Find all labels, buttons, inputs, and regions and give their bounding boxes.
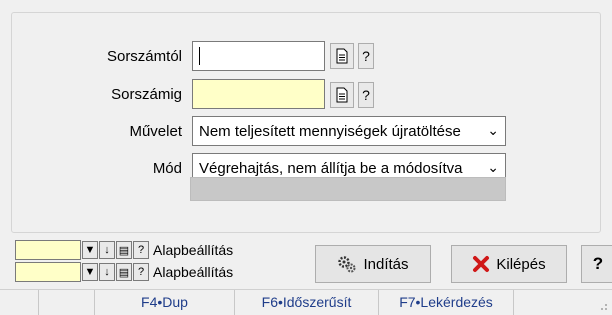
resize-grip-icon[interactable] — [598, 301, 608, 311]
from-label: Sorszámtól — [106, 48, 182, 65]
operation-value: Nem teljesített mennyiségek újratöltése — [199, 122, 461, 140]
help-button[interactable]: ? — [581, 245, 612, 283]
gears-icon — [338, 256, 356, 273]
start-label: Indítás — [363, 255, 409, 273]
from-input[interactable] — [192, 41, 325, 71]
help-label: ? — [592, 254, 604, 273]
document-icon — [336, 87, 348, 103]
operation-select[interactable]: Nem teljesített mennyiségek újratöltése … — [192, 116, 506, 146]
from-browse-button[interactable] — [330, 43, 354, 69]
start-button[interactable]: Indítás — [315, 245, 431, 283]
chevron-down-icon: ⌄ — [487, 159, 499, 175]
status-f7-query[interactable]: F7•Lekérdezés — [378, 290, 514, 315]
arrow-down-icon[interactable]: ↓ — [99, 241, 115, 259]
dropdown-arrow-icon[interactable]: ▼ — [82, 263, 98, 281]
preset-label: Alapbeállítás — [153, 242, 234, 258]
mode-value: Végrehajtás, nem állítja be a módosítva — [199, 159, 463, 177]
status-bar: F4•Dup F6•Időszerűsít F7•Lekérdezés — [0, 289, 612, 315]
exit-label: Kilépés — [496, 255, 546, 273]
to-browse-button[interactable] — [330, 82, 354, 108]
status-f4-dup[interactable]: F4•Dup — [94, 290, 234, 315]
document-icon[interactable]: ▤ — [116, 263, 132, 281]
chevron-down-icon: ⌄ — [487, 122, 499, 138]
from-help-button[interactable]: ? — [358, 43, 374, 69]
text-caret — [199, 47, 200, 65]
exit-button[interactable]: Kilépés — [451, 245, 567, 283]
arrow-down-icon[interactable]: ↓ — [99, 263, 115, 281]
mode-label: Mód — [152, 160, 182, 177]
operation-label: Művelet — [129, 123, 182, 140]
document-icon[interactable]: ▤ — [116, 241, 132, 259]
to-input[interactable] — [192, 79, 325, 109]
preset-label: Alapbeállítás — [153, 264, 234, 280]
red-x-icon — [473, 256, 490, 272]
status-f6-refresh[interactable]: F6•Időszerűsít — [234, 290, 378, 315]
preset-help-button[interactable]: ? — [133, 241, 149, 259]
preset-help-button[interactable]: ? — [133, 263, 149, 281]
status-segment-empty — [38, 290, 94, 315]
dropdown-arrow-icon[interactable]: ▼ — [82, 241, 98, 259]
to-help-button[interactable]: ? — [358, 82, 374, 108]
preset-input[interactable] — [15, 262, 81, 282]
preset-input[interactable] — [15, 240, 81, 260]
progress-bar — [190, 177, 506, 201]
document-icon — [336, 48, 348, 64]
to-label: Sorszámig — [111, 86, 182, 103]
